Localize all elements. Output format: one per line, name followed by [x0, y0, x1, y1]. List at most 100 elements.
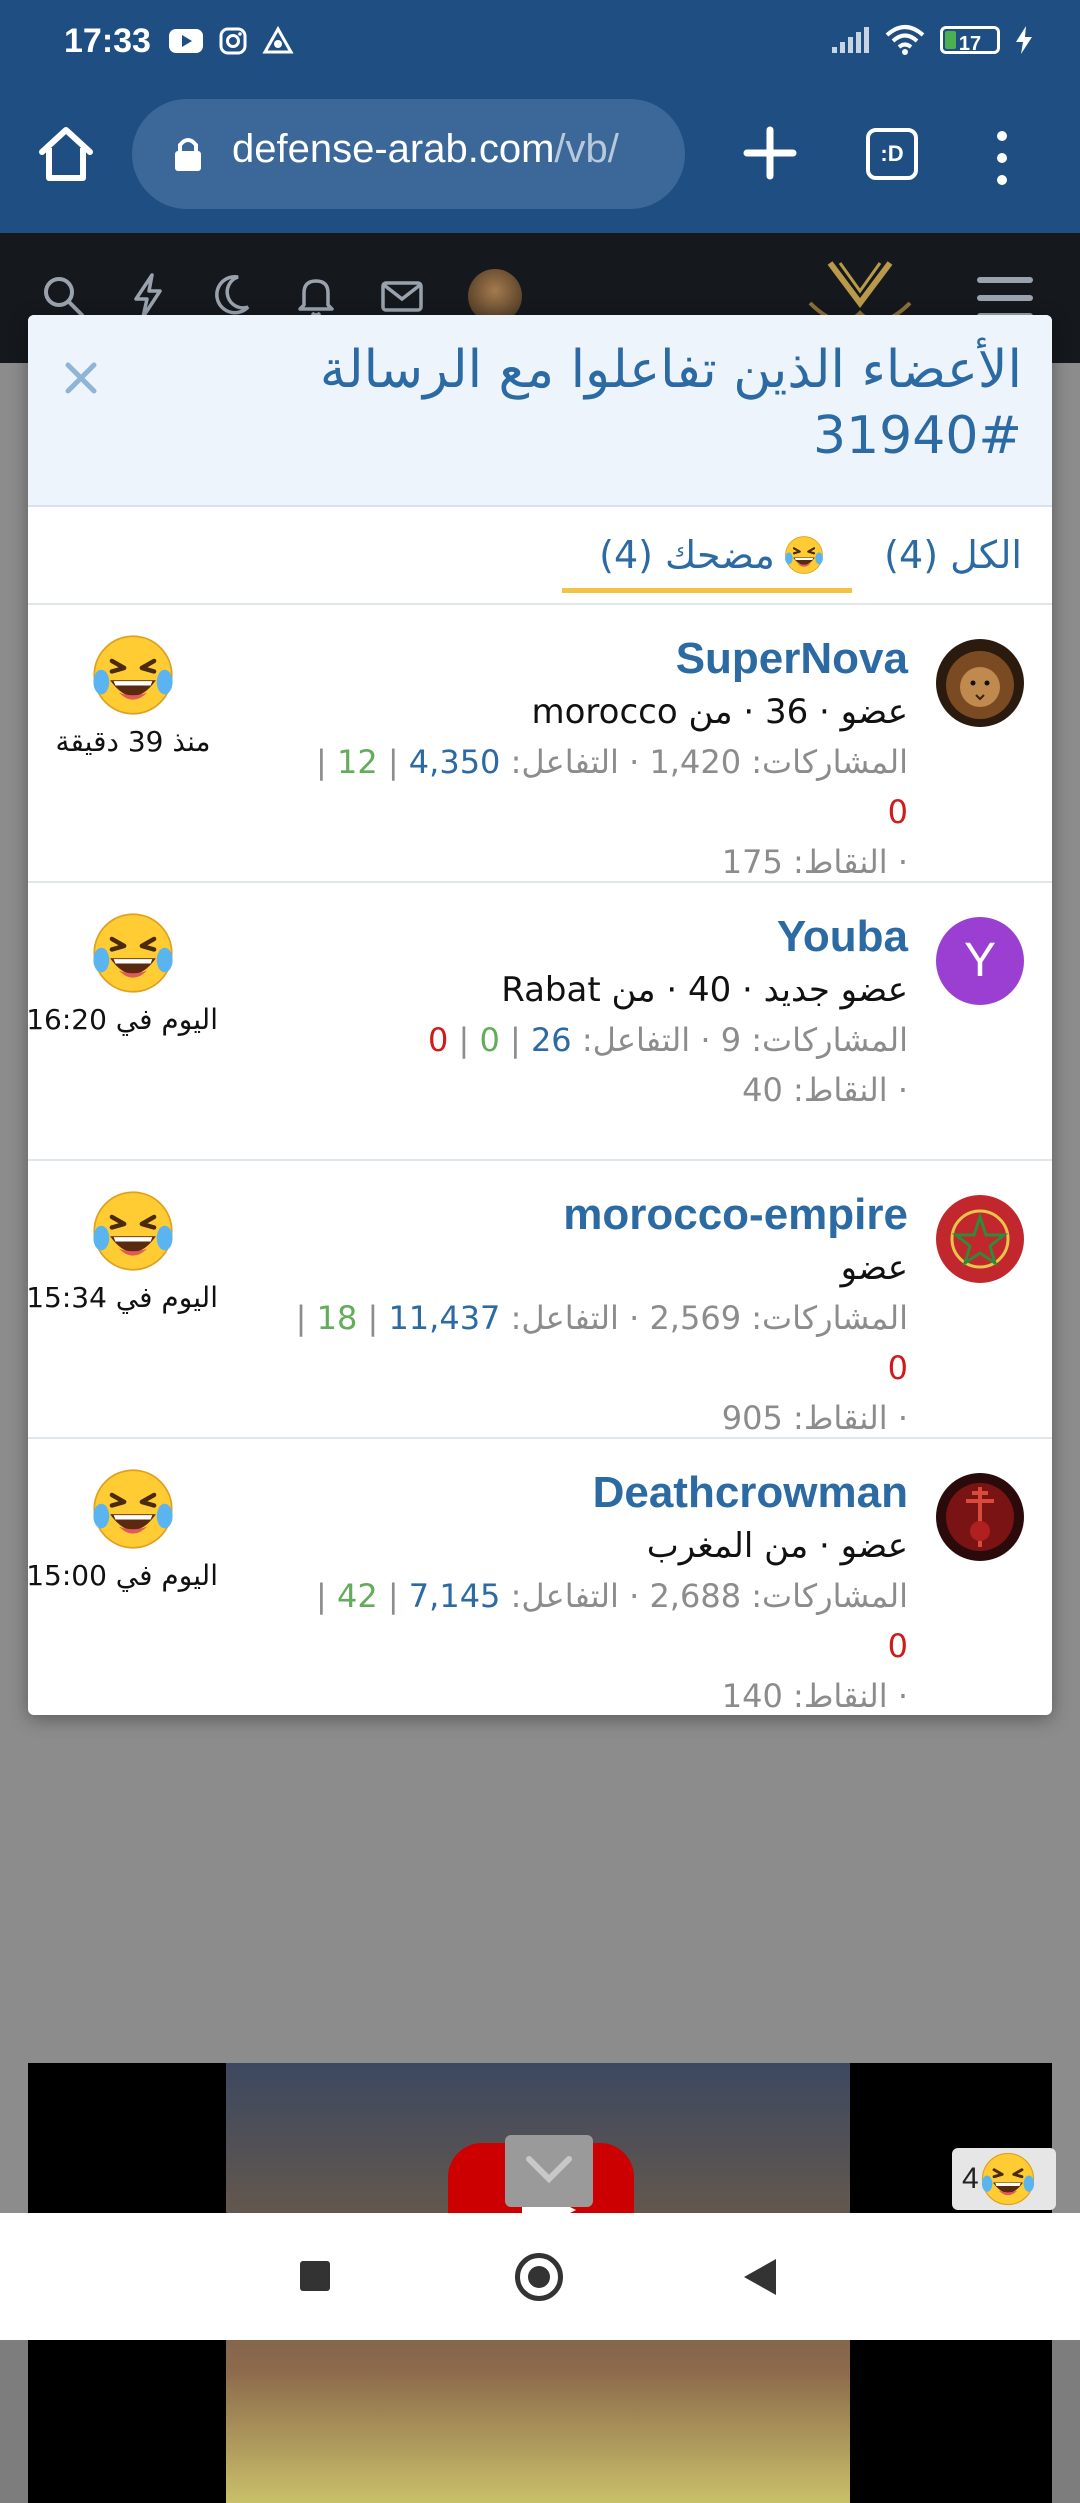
- reaction-tabs: الكل (4) مضحك (4): [28, 507, 1052, 605]
- reaction-score: 11,437: [388, 1299, 501, 1337]
- battery-indicator: 17: [940, 26, 1000, 55]
- laughing-emoji-icon: [89, 909, 177, 997]
- positive-score: 0: [479, 1021, 500, 1059]
- status-time: 17:33: [64, 22, 151, 60]
- new-tab-icon[interactable]: [735, 118, 805, 188]
- member-points: · النقاط: 905: [721, 1399, 908, 1437]
- member-info: Youba عضو جديد · 40 · من Rabat المشاركات…: [288, 909, 908, 1115]
- member-avatar[interactable]: [936, 639, 1024, 727]
- scroll-down-button[interactable]: [505, 2135, 593, 2207]
- stats-prefix: المشاركات: 2,688 · التفاعل:: [500, 1577, 908, 1615]
- more-menu-icon[interactable]: [990, 128, 1014, 188]
- member-name[interactable]: SuperNova: [288, 631, 908, 687]
- url-path: /vb/: [554, 127, 619, 171]
- stats-separator: |: [357, 1299, 389, 1337]
- home-icon[interactable]: [34, 122, 98, 186]
- member-info: morocco-empire عضو المشاركات: 2,569 · ال…: [288, 1187, 908, 1443]
- app-notification-icon: [262, 26, 294, 54]
- stats-separator: |: [316, 743, 337, 781]
- modal-title: الأعضاء الذين تفاعلوا مع الرسالة #31940: [319, 340, 1022, 466]
- laughing-emoji-icon: [89, 1187, 177, 1275]
- stats-prefix: المشاركات: 2,569 · التفاعل:: [500, 1299, 908, 1337]
- member-avatar[interactable]: [936, 1473, 1024, 1561]
- mail-icon[interactable]: [380, 273, 424, 319]
- member-stats: المشاركات: 2,688 · التفاعل: 7,145 | 42 |…: [288, 1571, 908, 1671]
- moroccan-flag-avatar-icon: [936, 1195, 1024, 1283]
- positive-score: 42: [336, 1577, 378, 1615]
- reaction-score: 26: [530, 1021, 572, 1059]
- reactions-modal: الأعضاء الذين تفاعلوا مع الرسالة #31940 …: [28, 315, 1052, 1715]
- tab-all[interactable]: الكل (4): [884, 507, 1022, 603]
- signal-icon: [832, 27, 869, 53]
- member-avatar[interactable]: [936, 1195, 1024, 1283]
- member-row: morocco-empire عضو المشاركات: 2,569 · ال…: [28, 1161, 1052, 1439]
- tab-switcher-button[interactable]: :D: [866, 128, 918, 180]
- browser-toolbar: defense-arab.com/vb/ :D: [0, 88, 1080, 233]
- member-points: · النقاط: 140: [721, 1677, 908, 1715]
- reaction-time: اليوم في 16:20: [28, 1003, 218, 1036]
- recent-apps-button[interactable]: [300, 2261, 330, 2291]
- url-text: defense-arab.com/vb/: [232, 127, 619, 172]
- member-info: Deathcrowman عضو · من المغرب المشاركات: …: [288, 1465, 908, 1715]
- member-list: SuperNova عضو · 36 · من morocco المشاركا…: [28, 605, 1052, 1715]
- url-domain: defense-arab.com: [232, 127, 555, 171]
- member-blurb: عضو جديد · 40 · من Rabat: [501, 970, 908, 1010]
- reaction-info: اليوم في 15:00: [28, 1465, 218, 1592]
- status-right: 17: [830, 24, 1034, 56]
- chevron-down-icon: [526, 2156, 572, 2184]
- laughing-emoji-icon: [89, 631, 177, 719]
- member-stats: المشاركات: 9 · التفاعل: 26 | 0 | 0: [288, 1015, 908, 1065]
- reaction-time: منذ 39 دقيقة: [55, 725, 211, 758]
- red-figure-avatar-icon: [936, 1473, 1024, 1561]
- stats-prefix: المشاركات: 1,420 · التفاعل:: [500, 743, 908, 781]
- member-row: SuperNova عضو · 36 · من morocco المشاركا…: [28, 605, 1052, 883]
- lock-icon: [175, 138, 201, 171]
- stats-separator: |: [448, 1021, 480, 1059]
- member-info: SuperNova عضو · 36 · من morocco المشاركا…: [288, 631, 908, 887]
- bell-icon[interactable]: [296, 273, 336, 319]
- battery-percent: 17: [958, 33, 982, 55]
- wifi-icon: [885, 25, 925, 55]
- address-bar[interactable]: defense-arab.com/vb/: [132, 99, 685, 209]
- tab-laugh-label: مضحك (4): [599, 533, 775, 577]
- member-blurb: عضو: [840, 1248, 908, 1288]
- reaction-time: اليوم في 15:34: [28, 1281, 218, 1314]
- home-nav-button[interactable]: [515, 2253, 563, 2301]
- laughing-emoji-icon: [980, 2152, 1036, 2206]
- negative-score: 0: [887, 793, 908, 831]
- battery-level: [945, 31, 956, 49]
- dark-mode-icon[interactable]: [210, 273, 252, 319]
- instagram-icon: [219, 27, 247, 55]
- post-reaction-summary[interactable]: 4: [952, 2148, 1056, 2210]
- reaction-score: 7,145: [408, 1577, 501, 1615]
- tab-all-label: الكل (4): [884, 533, 1022, 577]
- reaction-time: اليوم في 15:00: [28, 1559, 218, 1592]
- lion-avatar-icon: [936, 639, 1024, 727]
- negative-score: 0: [887, 1349, 908, 1387]
- back-button[interactable]: [744, 2259, 776, 2295]
- negative-score: 0: [887, 1627, 908, 1665]
- negative-score: 0: [427, 1021, 449, 1059]
- member-name[interactable]: Youba: [288, 909, 908, 965]
- member-blurb: عضو · من المغرب: [646, 1526, 908, 1566]
- stats-separator: |: [377, 743, 409, 781]
- member-points: · النقاط: 40: [742, 1071, 908, 1109]
- reaction-info: اليوم في 15:34: [28, 1187, 218, 1314]
- stats-separator: |: [295, 1299, 317, 1337]
- member-avatar[interactable]: Y: [936, 917, 1024, 1005]
- status-app-icons: [168, 26, 294, 56]
- lightning-icon[interactable]: [130, 273, 166, 319]
- stats-separator: |: [499, 1021, 531, 1059]
- search-icon[interactable]: [40, 273, 86, 319]
- member-row: Y Youba عضو جديد · 40 · من Rabat المشارك…: [28, 883, 1052, 1161]
- positive-score: 18: [316, 1299, 358, 1337]
- member-name[interactable]: morocco-empire: [288, 1187, 908, 1243]
- close-icon[interactable]: [56, 353, 106, 403]
- modal-header: الأعضاء الذين تفاعلوا مع الرسالة #31940: [28, 315, 1052, 507]
- member-stats: المشاركات: 1,420 · التفاعل: 4,350 | 12 |…: [288, 737, 908, 837]
- stats-separator: |: [377, 1577, 409, 1615]
- member-stats: المشاركات: 2,569 · التفاعل: 11,437 | 18 …: [288, 1293, 908, 1393]
- tab-laugh[interactable]: مضحك (4): [562, 507, 852, 603]
- member-row: Deathcrowman عضو · من المغرب المشاركات: …: [28, 1439, 1052, 1715]
- member-name[interactable]: Deathcrowman: [288, 1465, 908, 1521]
